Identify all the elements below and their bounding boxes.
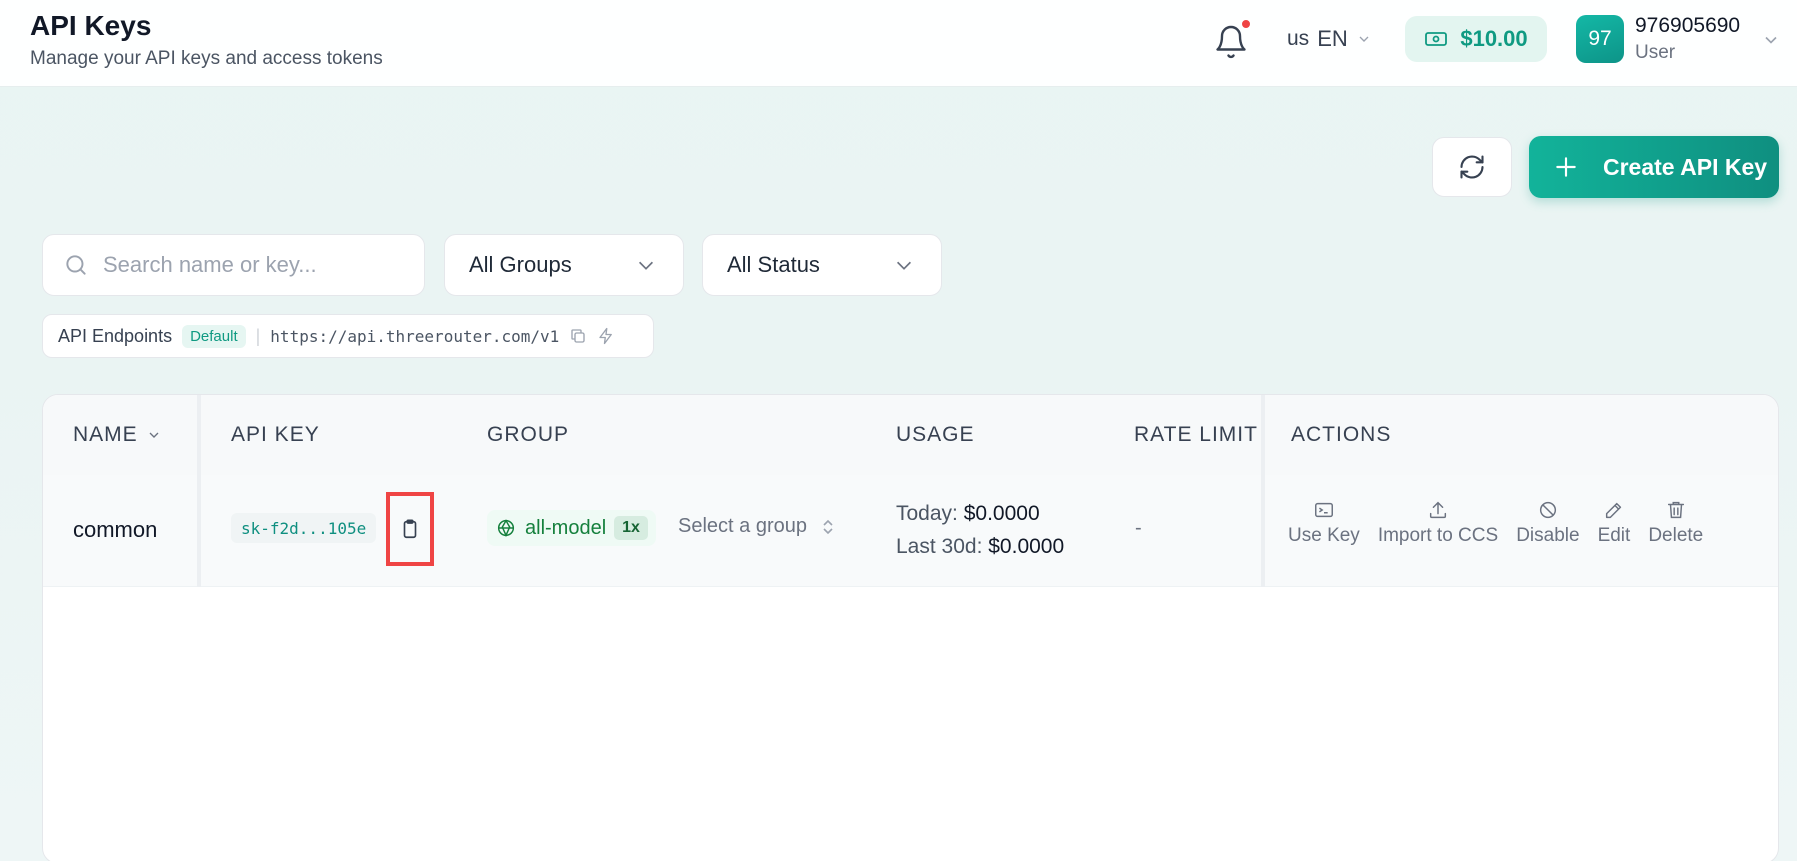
user-menu-chevron-icon[interactable] — [1761, 30, 1781, 55]
api-key-value[interactable]: sk-f2d...105e — [231, 513, 377, 543]
refresh-icon — [1460, 155, 1484, 179]
clipboard-icon — [403, 519, 417, 539]
multiplier-badge: 1x — [614, 516, 648, 540]
group-chip: all-model 1x — [487, 510, 656, 546]
column-header-rate-limit: RATE LIMIT — [1134, 423, 1258, 446]
usage-30d-label: Last 30d: — [896, 535, 983, 558]
language-code: EN — [1317, 26, 1348, 51]
search-box[interactable] — [42, 234, 425, 296]
group-filter-value: All Groups — [469, 252, 572, 277]
api-endpoints-bar: API Endpoints Default | https://api.thre… — [42, 314, 654, 358]
group-select-placeholder: Select a group — [678, 515, 807, 537]
status-filter-value: All Status — [727, 252, 820, 277]
search-input[interactable] — [103, 252, 403, 278]
up-down-chevron-icon — [823, 519, 833, 534]
rate-limit-value: - — [1135, 517, 1142, 539]
chevron-down-icon — [638, 261, 654, 270]
column-header-group: GROUP — [487, 423, 570, 446]
chevron-down-icon — [896, 261, 912, 270]
usage-cell: Today: $0.0000 Last 30d: $0.0000 — [896, 497, 1064, 563]
copy-key-button[interactable] — [386, 492, 434, 566]
sticky-column-divider-left — [43, 395, 201, 587]
column-header-usage: USAGE — [896, 423, 975, 446]
api-keys-table: NAME API KEY GROUP USAGE RATE LIMIT ACTI… — [42, 394, 1779, 861]
copy-icon[interactable] — [569, 327, 587, 345]
sticky-column-divider-right — [1261, 395, 1778, 587]
create-button-label: Create API Key — [1603, 153, 1768, 180]
status-filter-select[interactable]: All Status — [702, 234, 942, 296]
default-badge: Default — [182, 324, 246, 348]
usage-today-value: $0.0000 — [963, 502, 1040, 525]
user-id: 976905690 — [1635, 14, 1741, 37]
create-api-key-button[interactable]: Create API Key — [1529, 136, 1779, 198]
usage-30d-value: $0.0000 — [988, 535, 1065, 558]
notification-dot — [1240, 18, 1252, 30]
avatar[interactable]: 97 — [1576, 15, 1624, 63]
money-icon — [1425, 32, 1448, 46]
language-selector[interactable]: us EN — [1287, 26, 1372, 52]
openai-logo-icon — [497, 519, 515, 538]
page-subtitle: Manage your API keys and access tokens — [30, 48, 383, 69]
user-role: User — [1635, 42, 1676, 63]
lightning-icon[interactable] — [597, 327, 615, 345]
chevron-down-icon — [1359, 36, 1369, 42]
search-icon — [66, 255, 86, 275]
usage-today-label: Today: — [896, 502, 958, 525]
page-title: API Keys — [30, 10, 152, 41]
column-header-api-key: API KEY — [231, 423, 320, 446]
flag-icon: us — [1287, 27, 1310, 50]
endpoint-url: https://api.threerouter.com/v1 — [270, 326, 560, 346]
top-header: API Keys Manage your API keys and access… — [0, 0, 1797, 87]
plus-icon — [1556, 157, 1576, 177]
group-select-dropdown[interactable]: Select a group — [678, 515, 835, 538]
balance-amount: $10.00 — [1460, 26, 1528, 51]
group-name: all-model — [525, 516, 607, 539]
balance-badge[interactable]: $10.00 — [1405, 16, 1547, 62]
refresh-button[interactable] — [1432, 137, 1512, 197]
group-filter-select[interactable]: All Groups — [444, 234, 684, 296]
endpoints-label: API Endpoints — [58, 325, 173, 346]
divider: | — [255, 325, 261, 346]
